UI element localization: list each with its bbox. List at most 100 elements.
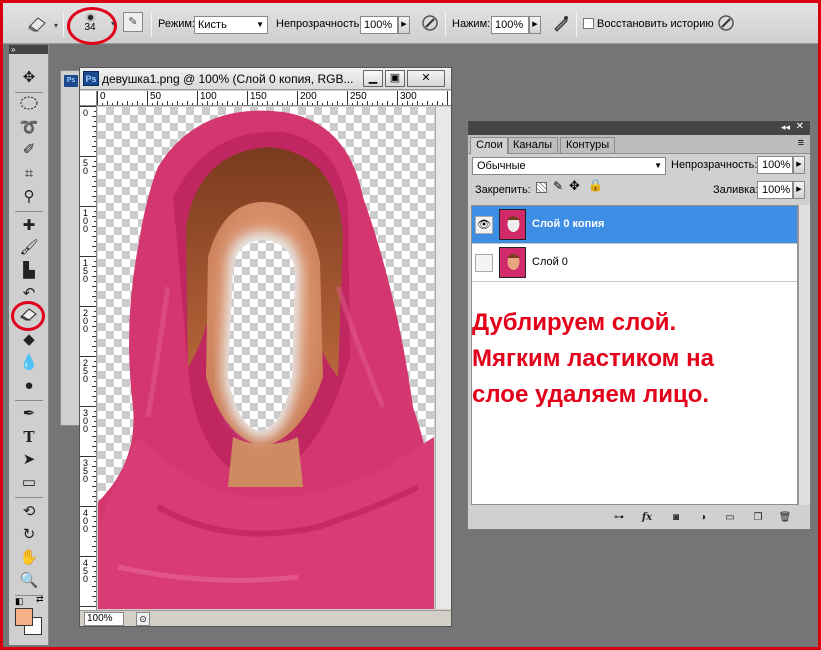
default-colors-icon[interactable]: ◧	[15, 596, 24, 607]
document-titlebar[interactable]: Ps девушка1.png @ 100% (Слой 0 копия, RG…	[80, 68, 451, 90]
highlight-ring-eraser	[11, 301, 45, 331]
pressure-opacity-icon[interactable]	[419, 13, 441, 35]
link-icon[interactable]: ⊶	[611, 511, 627, 525]
tab-channels[interactable]: Каналы	[507, 137, 559, 154]
mode-select[interactable]: Кисть ▼	[194, 16, 268, 34]
stamp-tool-icon[interactable]: ▙	[15, 260, 43, 282]
blur-tool-icon[interactable]: 💧	[15, 352, 43, 374]
ruler-tick-label: 100	[83, 208, 89, 234]
close-button[interactable]: ✕	[407, 70, 445, 87]
fill-stepper[interactable]: ▶	[793, 181, 805, 199]
tool-preset-chevron-icon[interactable]: ▾	[50, 15, 62, 37]
layer-name[interactable]: Слой 0	[532, 256, 568, 268]
blend-mode-select[interactable]: Обычные ▼	[472, 157, 666, 175]
zoom-tool-icon[interactable]: 🔍	[15, 570, 43, 592]
flow-stepper[interactable]: ▶	[529, 16, 541, 34]
restore-history-checkbox[interactable]	[583, 18, 594, 29]
annotation-line: слое удаляем лицо.	[472, 381, 710, 408]
close-panel-icon[interactable]: ✕	[796, 121, 804, 132]
ruler-tick-label: 50	[150, 91, 162, 102]
tab-layers[interactable]: Слои	[470, 137, 509, 154]
mode-label: Режим:	[158, 18, 195, 30]
document-window: Ps девушка1.png @ 100% (Слой 0 копия, RG…	[79, 67, 452, 627]
annotation-text: Дублируем слой. Мягким ластиком на слое …	[472, 305, 812, 413]
fill-value: 100%	[762, 184, 791, 196]
background-document-window[interactable]: Ps	[60, 70, 80, 426]
tools-panel-header: »	[9, 45, 48, 54]
eye-icon[interactable]: 👁	[475, 216, 493, 234]
rectangle-tool-icon[interactable]: ▭	[15, 472, 43, 494]
new-layer-icon[interactable]: ❐	[750, 511, 766, 525]
quick-select-tool-icon[interactable]: ✐	[15, 139, 43, 161]
annotation-line: Дублируем слой.	[472, 309, 677, 336]
pen-tool-icon[interactable]: ✒	[15, 403, 43, 425]
layer-opacity-stepper[interactable]: ▶	[793, 156, 805, 174]
bucket-tool-icon[interactable]: ◆	[15, 329, 43, 351]
swap-colors-icon[interactable]: ⇄	[36, 594, 44, 605]
ruler-tick-label: 400	[83, 508, 89, 534]
panel-menu-icon[interactable]: ≡	[798, 137, 804, 149]
flow-input[interactable]: 100%	[491, 16, 529, 34]
layer-name[interactable]: Слой 0 копия	[532, 218, 604, 230]
adjustment-icon[interactable]: ◑	[695, 511, 711, 525]
eyedropper-tool-icon[interactable]: ⚲	[15, 186, 43, 208]
type-tool-icon[interactable]: T	[15, 426, 43, 448]
ps-icon-secondary: Ps	[64, 75, 78, 87]
image-canvas[interactable]	[98, 107, 434, 609]
path-select-tool-icon[interactable]: ➤	[15, 449, 43, 471]
brush-tool-icon[interactable]: 🖌	[15, 237, 43, 259]
opacity-input-value: 100%	[364, 19, 393, 31]
layer-opacity-input[interactable]: 100%	[757, 156, 793, 174]
move-tool-icon[interactable]: ✥	[15, 67, 43, 89]
opacity-input[interactable]: 100%	[360, 16, 398, 34]
brush-chevron-icon[interactable]: ▾	[107, 13, 119, 35]
airbrush-icon[interactable]	[550, 13, 572, 35]
foreground-color-swatch[interactable]	[15, 608, 33, 626]
ruler-tick-label: 350	[83, 458, 89, 484]
3d-rotate-tool-icon[interactable]: ⟲	[15, 501, 43, 523]
layer-row-original[interactable]: Слой 0	[472, 244, 797, 282]
trash-icon[interactable]: 🗑	[777, 511, 793, 525]
tab-paths[interactable]: Контуры	[560, 137, 616, 154]
eye-hidden-icon[interactable]	[475, 254, 493, 272]
lock-position-icon[interactable]: ✥	[569, 178, 580, 194]
ruler-tick-label: 150	[250, 91, 267, 102]
tools-panel: » ✥ ➰ ✐ ⌗ ⚲ ✚ 🖌 ▙ ↶ ◆ 💧 ● ✒ T ➤ ▭ ⟲ ↻ ✋ …	[9, 45, 49, 645]
zoom-field[interactable]: 100%	[84, 612, 124, 626]
brush-panel-toggle-icon[interactable]: ✎	[123, 12, 143, 32]
group-icon[interactable]: ▭	[722, 511, 738, 525]
status-menu-icon[interactable]: ⊙	[136, 612, 150, 626]
collapse-panel-icon[interactable]: ◂◂	[781, 122, 790, 133]
lock-pixels-icon[interactable]: ✎	[553, 179, 563, 193]
fill-input[interactable]: 100%	[757, 181, 793, 199]
minimize-button[interactable]: ▁	[363, 70, 383, 87]
mask-icon[interactable]: ◙	[668, 511, 684, 525]
pressure-size-icon[interactable]	[715, 13, 737, 35]
fx-icon[interactable]: fx	[639, 511, 655, 525]
maximize-button[interactable]: ▣	[385, 70, 405, 87]
lasso-tool-icon[interactable]: ➰	[15, 117, 43, 139]
ruler-tick-label: 250	[350, 91, 367, 102]
3d-orbit-tool-icon[interactable]: ↻	[15, 524, 43, 546]
vertical-scrollbar[interactable]	[435, 107, 451, 609]
mode-chevron-icon: ▼	[256, 20, 264, 29]
layers-panel-footer: ⊶ fx ◙ ◑ ▭ ❐ 🗑	[468, 507, 810, 529]
crop-tool-icon[interactable]: ⌗	[15, 163, 43, 185]
lock-all-icon[interactable]: 🔒	[588, 178, 603, 192]
document-title: девушка1.png @ 100% (Слой 0 копия, RGB..…	[102, 72, 354, 86]
dodge-tool-icon[interactable]: ●	[15, 375, 43, 397]
layers-panel-header[interactable]: ◂◂ ✕	[468, 121, 810, 135]
horizontal-ruler: 0 50 100 150 200 250 300	[97, 91, 451, 106]
layer-row-copy[interactable]: 👁 Слой 0 копия	[472, 206, 797, 244]
lock-transparency-icon[interactable]	[536, 182, 547, 193]
marquee-tool-icon[interactable]	[15, 95, 43, 117]
girl-with-scarf-image	[98, 110, 434, 609]
mode-value: Кисть	[198, 19, 227, 31]
hand-tool-icon[interactable]: ✋	[15, 547, 43, 569]
zoom-value: 100%	[87, 613, 113, 624]
opacity-stepper[interactable]: ▶	[398, 16, 410, 34]
annotation-line: Мягким ластиком на	[472, 345, 714, 372]
eraser-icon[interactable]	[27, 13, 49, 35]
opacity-label: Непрозрачность:	[276, 18, 363, 30]
healing-tool-icon[interactable]: ✚	[15, 215, 43, 237]
